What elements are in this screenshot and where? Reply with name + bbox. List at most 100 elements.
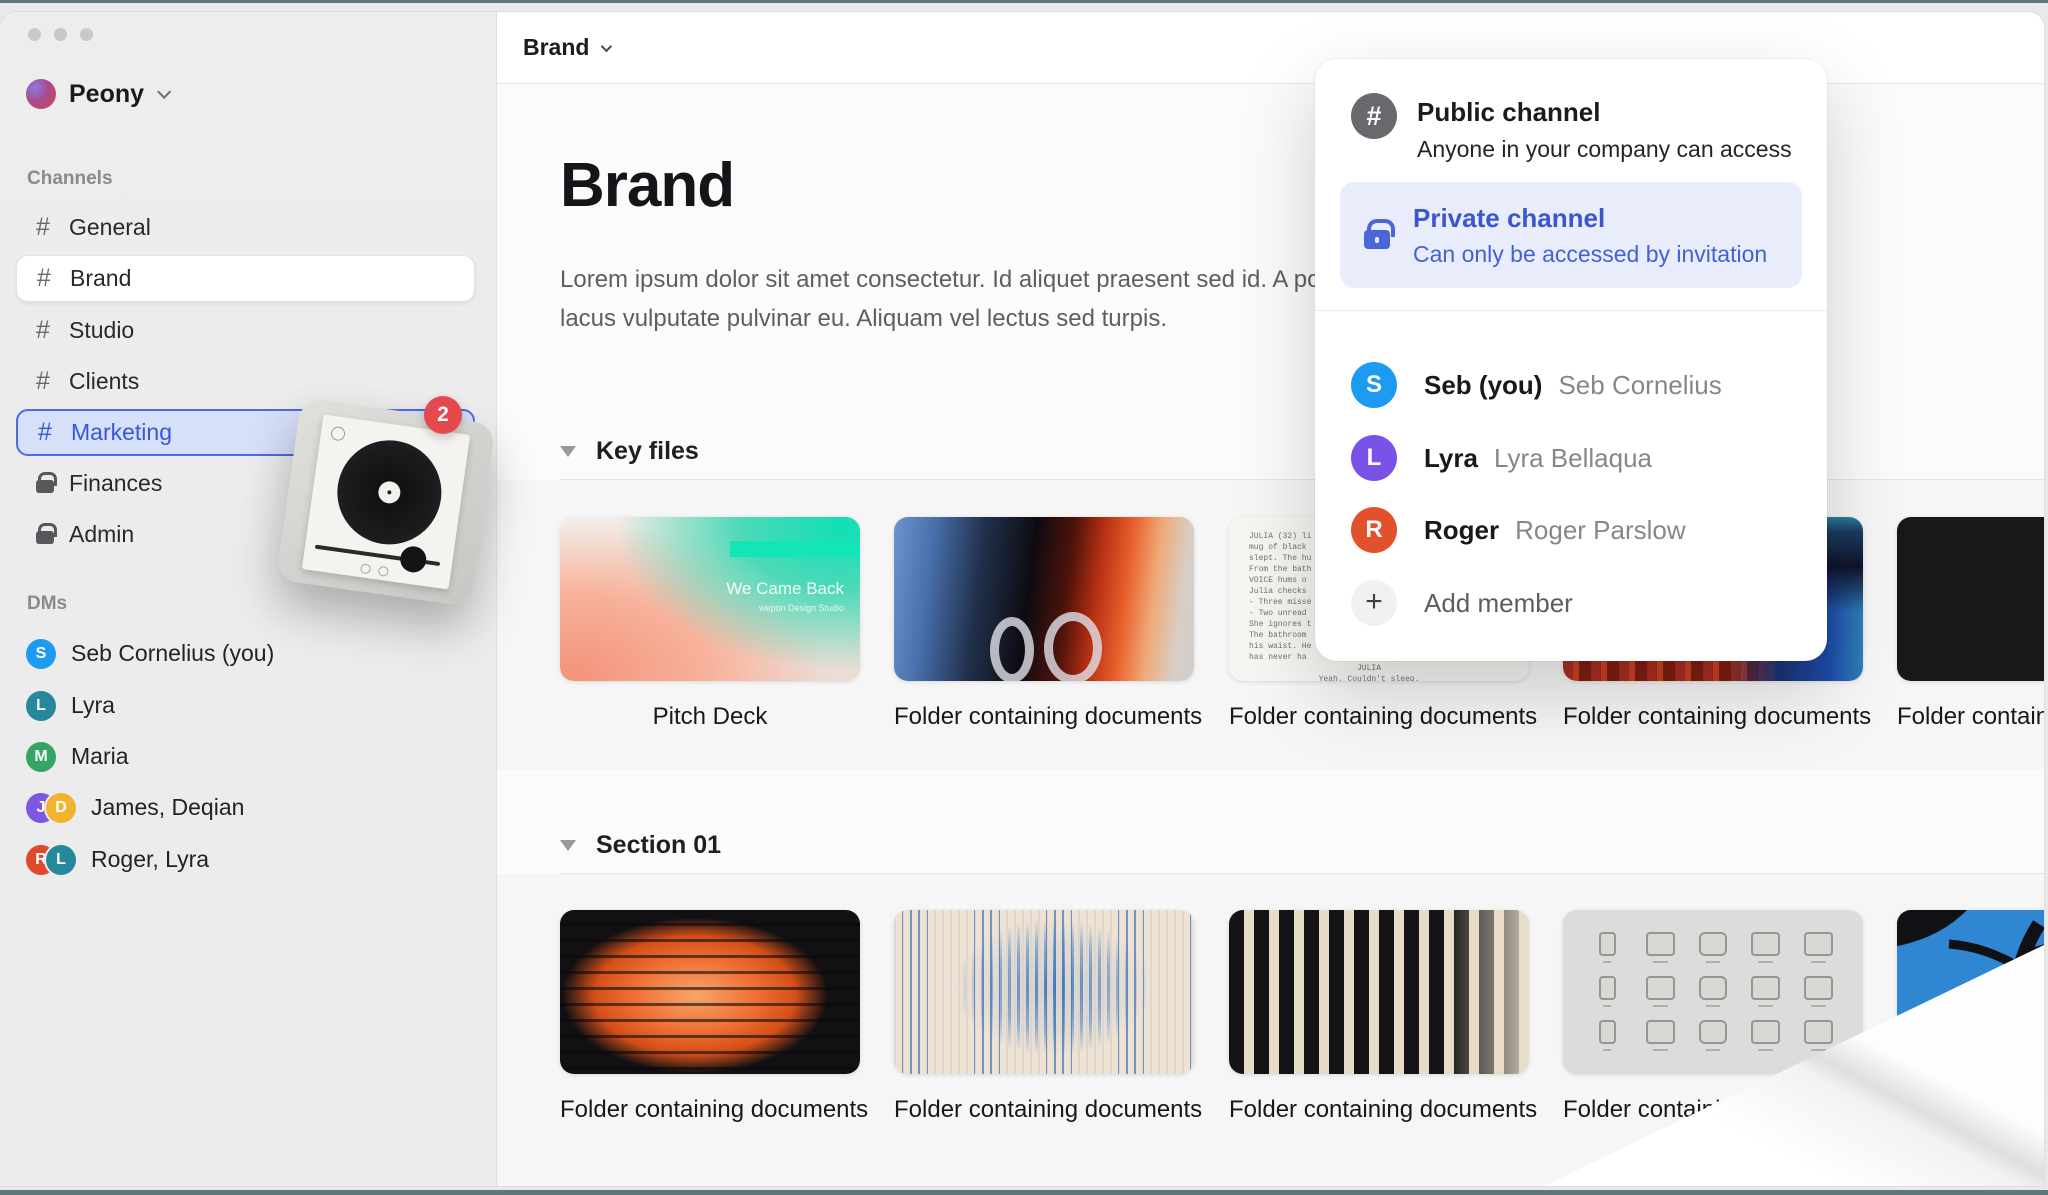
hash-circle-icon xyxy=(1351,93,1397,139)
workspace-avatar xyxy=(26,79,56,109)
script-line: Yeah. Couldn't sleep. xyxy=(1249,674,1489,681)
thumb-overlay-subtitle: wepon Design Studio xyxy=(726,603,844,613)
member-name: Lyra xyxy=(1424,443,1478,473)
channel-label: Studio xyxy=(69,317,134,344)
ring-shape xyxy=(990,617,1034,681)
dm-item-seb[interactable]: S Seb Cornelius (you) xyxy=(16,630,475,677)
add-member-button[interactable]: Add member xyxy=(1351,580,1573,626)
file-thumbnail xyxy=(560,910,860,1074)
dm-label: Lyra xyxy=(71,692,115,719)
avatar: D xyxy=(46,793,76,823)
channel-type-popover: Public channel Anyone in your company ca… xyxy=(1315,59,1827,661)
disclosure-triangle-icon[interactable] xyxy=(560,446,576,457)
sidebar-item-general[interactable]: General xyxy=(16,204,475,251)
description-line: Lorem ipsum dolor sit amet consectetur. … xyxy=(560,266,1332,293)
file-thumbnail xyxy=(1563,910,1863,1074)
hash-icon xyxy=(37,264,67,293)
file-label: Folder containing documents xyxy=(1897,703,2044,731)
lock-icon xyxy=(36,525,66,544)
close-window-icon[interactable] xyxy=(28,28,41,41)
avatar: M xyxy=(26,742,56,772)
file-card-folder[interactable]: Folder containing documents xyxy=(894,517,1194,681)
lock-icon xyxy=(36,474,66,493)
channel-label: Admin xyxy=(69,521,134,548)
avatar: L xyxy=(26,691,56,721)
hash-icon xyxy=(36,213,66,242)
thumb-overlay-title: We Came Back xyxy=(726,579,844,599)
file-label: Folder containing documents xyxy=(1229,1096,1529,1124)
sidebar-item-studio[interactable]: Studio xyxy=(16,307,475,354)
section-title: Section 01 xyxy=(596,831,721,860)
page-title: Brand xyxy=(560,150,734,221)
section-title: Key files xyxy=(596,437,699,466)
file-thumbnail xyxy=(894,910,1194,1074)
hash-icon xyxy=(36,316,66,345)
workspace-switcher[interactable]: Peony xyxy=(26,79,167,109)
file-thumbnail xyxy=(1229,910,1529,1074)
window-controls[interactable] xyxy=(28,28,93,41)
turntable-dial xyxy=(360,563,371,574)
file-label: Pitch Deck xyxy=(560,703,860,731)
ring-shape xyxy=(1044,612,1102,681)
file-card-pitch-deck[interactable]: We Came Back wepon Design Studio Pitch D… xyxy=(560,517,860,681)
avatar: S xyxy=(1351,362,1397,408)
member-full-name: Roger Parslow xyxy=(1515,515,1686,545)
hash-icon xyxy=(36,367,66,396)
tonearm-weight xyxy=(399,545,428,574)
minimize-window-icon[interactable] xyxy=(54,28,67,41)
maximize-window-icon[interactable] xyxy=(80,28,93,41)
chevron-down-icon[interactable] xyxy=(601,40,612,51)
plus-icon xyxy=(1351,580,1397,626)
sidebar-item-clients[interactable]: Clients xyxy=(16,358,475,405)
member-row-seb[interactable]: S Seb (you)Seb Cornelius xyxy=(1351,362,1722,408)
avatar: S xyxy=(26,639,56,669)
disclosure-triangle-icon[interactable] xyxy=(560,840,576,851)
section-header-section-01[interactable]: Section 01 xyxy=(560,831,721,860)
dm-item-lyra[interactable]: L Lyra xyxy=(16,682,475,729)
file-label: Folder containing documents xyxy=(894,703,1194,731)
sidebar-item-brand[interactable]: Brand xyxy=(16,255,475,302)
dm-item-james-deqian[interactable]: J D James, Deqian xyxy=(16,784,475,831)
avatar: R xyxy=(1351,507,1397,553)
turntable-illustration xyxy=(302,414,470,589)
file-card-folder[interactable]: Folder containing documents xyxy=(1563,910,1863,1074)
file-thumbnail: Uploaded Agreement xyxy=(1897,517,2044,681)
lock-icon xyxy=(1364,230,1390,249)
member-full-name: Seb Cornelius xyxy=(1558,370,1721,400)
screenshot-stage: Peony Channels General Brand Studio Clie… xyxy=(0,0,2048,1195)
menu-item-private-channel[interactable]: Private channel Can only be accessed by … xyxy=(1340,182,1802,288)
menu-item-subtitle: Can only be accessed by invitation xyxy=(1413,241,1767,268)
file-label: Folder containing documents xyxy=(894,1096,1194,1124)
background-window-bottom-edge xyxy=(0,1190,2048,1195)
file-label: Folder containing documents xyxy=(1563,703,1863,731)
member-row-lyra[interactable]: L LyraLyra Bellaqua xyxy=(1351,435,1652,481)
menu-item-title: Private channel xyxy=(1413,203,1767,234)
file-label: Folder containing documents xyxy=(1229,703,1529,731)
channels-section-label: Channels xyxy=(27,168,113,190)
file-card-folder[interactable]: Folder containing documents xyxy=(560,910,860,1074)
dm-label: James, Deqian xyxy=(91,794,244,821)
workspace-name: Peony xyxy=(69,80,144,109)
breadcrumb[interactable]: Brand xyxy=(523,34,589,61)
channel-label: Clients xyxy=(69,368,139,395)
file-card-folder[interactable]: Folder containing documents xyxy=(894,910,1194,1074)
file-card-folder[interactable]: Uploaded Agreement Folder containing doc… xyxy=(1897,517,2044,681)
script-line: JULIA xyxy=(1249,663,1489,674)
member-name: Roger xyxy=(1424,515,1499,545)
file-card-folder[interactable]: Folder containing documents xyxy=(1229,910,1529,1074)
dm-item-maria[interactable]: M Maria xyxy=(16,733,475,780)
file-label: Folder containing documents xyxy=(560,1096,860,1124)
turntable-dial xyxy=(378,566,389,577)
channel-label: Brand xyxy=(70,265,131,292)
turntable-knob xyxy=(330,426,346,442)
dragged-file-card[interactable] xyxy=(276,397,496,606)
menu-item-public-channel[interactable]: Public channel Anyone in your company ca… xyxy=(1351,93,1792,163)
vinyl-center xyxy=(377,480,402,505)
description-line: lacus vulputate pulvinar eu. Aliquam vel… xyxy=(560,305,1167,332)
dm-item-roger-lyra[interactable]: R L Roger, Lyra xyxy=(16,836,475,883)
section-header-key-files[interactable]: Key files xyxy=(560,437,699,466)
member-row-roger[interactable]: R Roger Roger Parslow xyxy=(1351,507,1686,553)
add-member-label: Add member xyxy=(1424,588,1573,619)
background-window-top-edge xyxy=(0,0,2048,3)
menu-item-subtitle: Anyone in your company can access xyxy=(1417,136,1792,163)
